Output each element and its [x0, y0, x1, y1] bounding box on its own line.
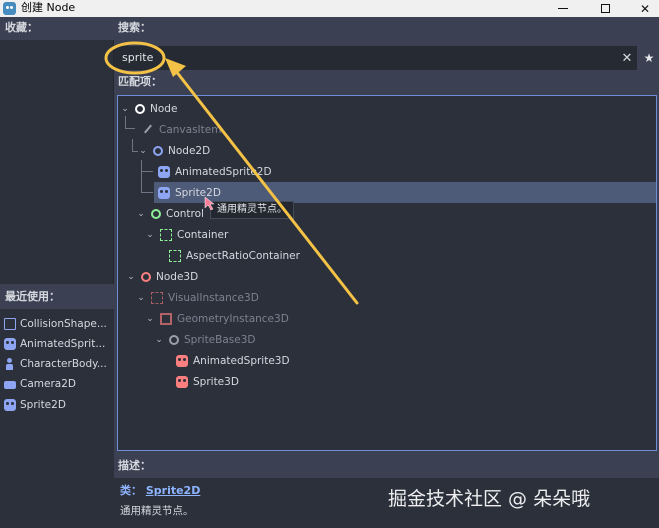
description-label: 描述： [114, 455, 659, 477]
class-prefix: 类： [120, 484, 142, 497]
minimize-button[interactable] [546, 0, 580, 17]
tree-item-geometry-instance-3d[interactable]: ⌄ GeometryInstance3D [145, 308, 289, 329]
node2d-icon [153, 145, 163, 156]
tree-connector [132, 139, 133, 151]
recent-item-character-body[interactable]: CharacterBody... [4, 354, 112, 374]
favorites-list[interactable] [0, 40, 114, 284]
tree-item-sprite-3d[interactable]: Sprite3D [176, 371, 239, 392]
tree-item-label: Node [150, 102, 178, 115]
godot-app-icon [3, 2, 16, 15]
tree-item-label: AspectRatioContainer [186, 249, 300, 262]
tree-item-node[interactable]: ⌄ Node [120, 98, 650, 119]
tree-item-label: CanvasItem [159, 123, 222, 136]
camera-icon [4, 381, 16, 389]
collapse-arrow-icon[interactable]: ⌄ [145, 314, 155, 324]
tree-item-canvas-item[interactable]: CanvasItem [142, 119, 221, 140]
collapse-arrow-icon[interactable]: ⌄ [138, 146, 148, 156]
tree-connector [141, 192, 153, 193]
tree-item-aspect-ratio-container[interactable]: AspectRatioContainer [169, 245, 300, 266]
search-label: 搜索： [114, 17, 659, 39]
description-class: 类： Sprite2D [120, 482, 200, 498]
sprite-3d-icon [176, 375, 188, 388]
tree-item-control[interactable]: ⌄ Control [136, 203, 204, 224]
visual-instance-3d-icon [151, 291, 163, 304]
tree-item-label: Node2D [168, 144, 211, 157]
tooltip: 通用精灵节点。 [210, 201, 294, 219]
tree-item-label: Control [166, 207, 204, 220]
minimize-icon [558, 8, 568, 9]
recent-header: 最近使用： [0, 286, 114, 308]
tree-item-label: Container [177, 228, 229, 241]
recent-item-collision-shape[interactable]: CollisionShape... [4, 314, 112, 334]
sprite-2d-icon [158, 186, 170, 199]
collapse-arrow-icon[interactable]: ⌄ [154, 335, 164, 345]
window-title-bar: 创建 Node ✕ [0, 0, 659, 17]
collapse-arrow-icon[interactable]: ⌄ [145, 230, 155, 240]
tree-item-animated-sprite-2d[interactable]: AnimatedSprite2D [158, 161, 272, 182]
tree-item-container[interactable]: ⌄ Container [145, 224, 228, 245]
recent-item-label: Camera2D [20, 378, 76, 390]
favorite-toggle-button[interactable]: ★ [640, 46, 658, 70]
recent-item-label: CollisionShape... [20, 318, 107, 330]
tree-item-label: VisualInstance3D [168, 291, 259, 304]
recent-list: CollisionShape... AnimatedSprit... Chara… [0, 309, 114, 528]
animated-sprite-2d-icon [158, 165, 170, 178]
recent-item-label: CharacterBody... [20, 358, 107, 370]
matches-tree[interactable]: ⌄ Node CanvasItem ⌄ Node2D AnimatedSprit… [117, 95, 657, 451]
container-icon [160, 228, 172, 241]
collapse-arrow-icon[interactable]: ⌄ [120, 104, 130, 114]
tree-item-sprite-base-3d[interactable]: ⌄ SpriteBase3D [154, 329, 255, 350]
collapse-arrow-icon[interactable]: ⌄ [126, 272, 136, 282]
tree-item-label: AnimatedSprite2D [175, 165, 272, 178]
class-link[interactable]: Sprite2D [146, 484, 201, 497]
recent-item-label: AnimatedSprit... [20, 338, 106, 350]
canvas-item-icon [142, 124, 154, 136]
maximize-button[interactable] [588, 0, 622, 17]
recent-item-label: Sprite2D [20, 399, 66, 411]
close-window-button[interactable]: ✕ [628, 0, 659, 17]
tree-connector [125, 128, 135, 129]
control-icon [151, 208, 161, 219]
maximize-icon [600, 4, 610, 13]
recent-item-camera2d[interactable]: Camera2D [4, 374, 112, 394]
tree-item-label: SpriteBase3D [184, 333, 256, 346]
collapse-arrow-icon[interactable]: ⌄ [136, 209, 146, 219]
sprite-base-3d-icon [169, 334, 179, 345]
tree-connector [141, 160, 142, 192]
tree-item-label: GeometryInstance3D [177, 312, 289, 325]
sprite-icon [4, 399, 16, 411]
collision-shape-icon [4, 318, 16, 330]
clear-search-button[interactable]: ✕ [618, 46, 636, 70]
tree-item-node3d[interactable]: ⌄ Node3D [126, 266, 198, 287]
favorites-header: 收藏： [0, 17, 114, 39]
search-input[interactable]: sprite [114, 46, 637, 70]
tree-connector [141, 171, 153, 172]
node-icon [135, 103, 145, 114]
watermark: 掘金技术社区 @ 朵朵哦 [388, 488, 591, 510]
tree-item-label: Sprite2D [175, 186, 221, 199]
recent-item-sprite2d[interactable]: Sprite2D [4, 395, 112, 415]
tree-item-sprite-2d[interactable]: Sprite2D [154, 182, 656, 203]
tree-item-visual-instance-3d[interactable]: ⌄ VisualInstance3D [136, 287, 259, 308]
description-text: 通用精灵节点。 [120, 505, 194, 517]
tree-item-node2d[interactable]: ⌄ Node2D [138, 140, 210, 161]
recent-item-animated-sprite[interactable]: AnimatedSprit... [4, 334, 112, 354]
geometry-instance-3d-icon [160, 312, 172, 325]
window-title: 创建 Node [21, 1, 76, 14]
matches-label: 匹配项： [114, 71, 659, 93]
search-input-value: sprite [122, 51, 154, 64]
tree-item-label: AnimatedSprite3D [193, 354, 290, 367]
node3d-icon [141, 271, 151, 282]
character-body-icon [4, 358, 16, 370]
tree-item-label: Node3D [156, 270, 199, 283]
aspect-ratio-container-icon [169, 249, 181, 262]
tree-item-animated-sprite-3d[interactable]: AnimatedSprite3D [176, 350, 290, 371]
animated-sprite-icon [4, 338, 16, 350]
animated-sprite-3d-icon [176, 354, 188, 367]
collapse-arrow-icon[interactable]: ⌄ [136, 293, 146, 303]
tree-item-label: Sprite3D [193, 375, 239, 388]
